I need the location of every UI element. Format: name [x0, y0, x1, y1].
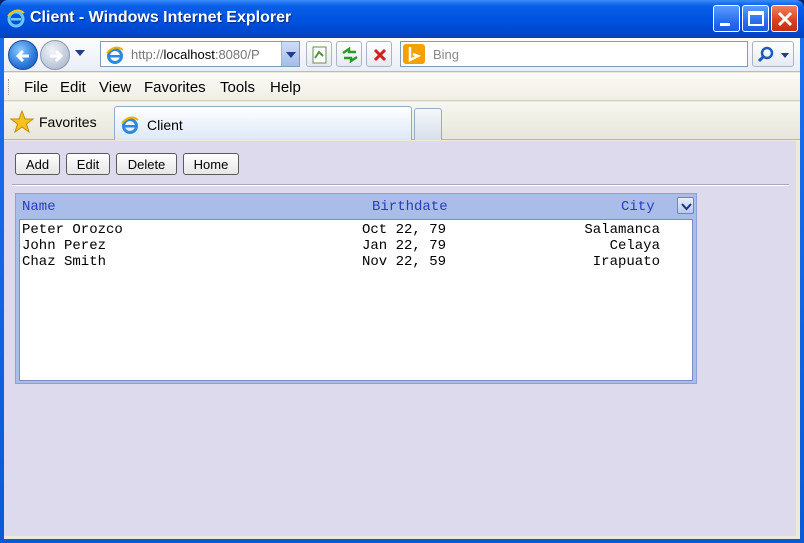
minimize-button[interactable]	[713, 5, 740, 32]
forward-arrow-icon	[50, 49, 64, 63]
delete-button[interactable]: Delete	[116, 153, 177, 175]
table-row[interactable]: John Perez Jan 22, 79 Celaya	[20, 238, 692, 254]
menu-help[interactable]: Help	[270, 79, 301, 96]
menu-tools[interactable]: Tools	[220, 79, 255, 96]
grid-header: Name Birthdate City	[16, 194, 696, 218]
cell-birthdate: Jan 22, 79	[362, 238, 447, 254]
home-button[interactable]: Home	[183, 153, 239, 175]
stop-icon	[373, 48, 387, 62]
search-button[interactable]	[752, 41, 794, 67]
menu-bar: File Edit View Favorites Tools Help	[4, 73, 800, 101]
url-prefix: http://	[131, 47, 164, 62]
menu-edit[interactable]: Edit	[60, 79, 86, 96]
address-field[interactable]: http://localhost:8080/P	[100, 41, 300, 67]
favorites-star-icon[interactable]	[10, 110, 34, 134]
close-window-button[interactable]	[771, 5, 798, 32]
cell-city: Irapuato	[592, 254, 660, 270]
maximize-button[interactable]	[742, 5, 769, 32]
menu-favorites[interactable]: Favorites	[144, 79, 206, 96]
back-button[interactable]	[8, 40, 38, 70]
menu-file[interactable]: File	[24, 79, 48, 96]
forward-button[interactable]	[40, 40, 70, 70]
url-host: localhost	[163, 47, 215, 62]
stop-button[interactable]	[366, 41, 392, 67]
tab-row: Favorites Client	[4, 102, 800, 140]
column-header-city[interactable]: City	[621, 199, 655, 215]
compatibility-view-icon	[312, 46, 327, 64]
cell-city: Celaya	[609, 238, 660, 254]
new-tab-button[interactable]	[414, 108, 442, 140]
refresh-button[interactable]	[336, 41, 362, 67]
cell-city: Salamanca	[584, 222, 660, 238]
chevron-down-icon	[681, 203, 692, 211]
add-button[interactable]: Add	[15, 153, 60, 175]
toolbar-grip[interactable]	[8, 79, 11, 95]
address-dropdown-button[interactable]	[281, 42, 299, 66]
bing-logo-icon	[403, 44, 425, 64]
close-icon	[777, 11, 793, 27]
edit-button[interactable]: Edit	[66, 153, 110, 175]
ie-page-icon	[106, 46, 124, 64]
maximize-icon	[748, 11, 764, 26]
cell-name: John Perez	[22, 238, 107, 254]
divider	[12, 184, 789, 186]
tab-client[interactable]: Client	[114, 106, 412, 140]
ie-page-icon	[121, 116, 139, 134]
search-placeholder: Bing	[433, 47, 460, 62]
cell-name: Peter Orozco	[22, 222, 123, 238]
address-bar-row: http://localhost:8080/P Bing	[4, 38, 800, 72]
refresh-icon	[342, 46, 358, 64]
column-header-name[interactable]: Name	[22, 199, 56, 215]
search-input[interactable]: Bing	[400, 41, 748, 67]
back-arrow-icon	[15, 49, 29, 63]
cell-name: Chaz Smith	[22, 254, 107, 270]
menu-view[interactable]: View	[99, 79, 131, 96]
table-row[interactable]: Chaz Smith Nov 22, 59 Irapuato	[20, 254, 692, 270]
column-header-birthdate[interactable]: Birthdate	[372, 199, 448, 215]
minimize-icon	[720, 23, 730, 26]
tab-label: Client	[147, 117, 183, 133]
column-menu-button[interactable]	[677, 197, 694, 214]
recent-pages-dropdown-icon[interactable]	[74, 48, 86, 58]
compatibility-view-button[interactable]	[306, 41, 332, 67]
cell-birthdate: Nov 22, 59	[362, 254, 447, 270]
chevron-down-icon	[286, 52, 296, 58]
cell-birthdate: Oct 22, 79	[362, 222, 447, 238]
client-grid[interactable]: Name Birthdate City Peter Orozco Oct 22,…	[15, 193, 697, 384]
search-icon	[757, 46, 789, 63]
address-text: http://localhost:8080/P	[131, 47, 279, 62]
window-title: Client - Windows Internet Explorer	[30, 9, 292, 26]
table-row[interactable]: Peter Orozco Oct 22, 79 Salamanca	[20, 222, 692, 238]
browser-window: Client - Windows Internet Explorer http:…	[0, 0, 804, 543]
title-bar[interactable]: Client - Windows Internet Explorer	[0, 0, 804, 38]
ie-logo-icon	[7, 9, 25, 28]
grid-body[interactable]: Peter Orozco Oct 22, 79 Salamanca John P…	[19, 219, 693, 381]
page-content: Add Edit Delete Home Name Birthdate City…	[4, 141, 796, 536]
url-suffix: :8080/P	[214, 47, 260, 62]
favorites-button[interactable]: Favorites	[39, 114, 97, 130]
